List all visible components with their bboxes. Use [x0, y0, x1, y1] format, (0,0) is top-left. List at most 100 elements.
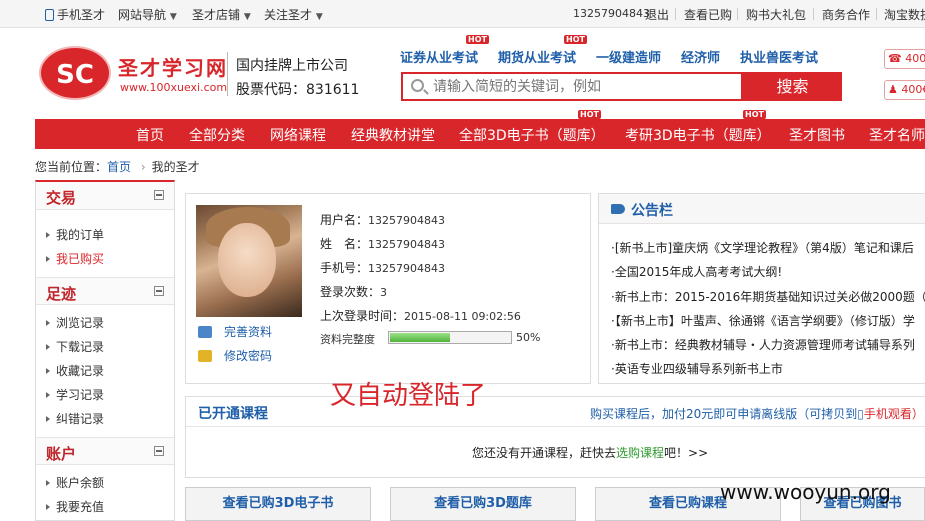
- info-last-login: 上次登录时间：2015-08-11 09:02:56: [320, 309, 521, 323]
- collapse-icon[interactable]: [154, 286, 164, 296]
- logo[interactable]: SC: [39, 46, 111, 100]
- business-link[interactable]: 商务合作: [822, 6, 870, 23]
- sidebar-item-browse-history[interactable]: 浏览记录: [46, 314, 104, 331]
- info-mobile: 手机号：13257904843: [320, 261, 445, 275]
- notice-item[interactable]: ·全国2015年成人高考考试大纲!: [611, 263, 782, 280]
- info-name: 姓 名：13257904843: [320, 237, 445, 251]
- search-input[interactable]: [433, 77, 733, 97]
- hot-badge: HOT: [743, 110, 766, 119]
- arrow-right-icon: [46, 232, 50, 238]
- arrow-right-icon: [46, 392, 50, 398]
- arrow-right-icon: [46, 368, 50, 374]
- view-3d-question-bank-button[interactable]: 查看已购3D题库: [390, 487, 576, 521]
- nav-teachers[interactable]: 圣才名师: [869, 125, 925, 145]
- divider: [813, 8, 814, 20]
- nav-3d-ebooks[interactable]: 全部3D电子书（题库）: [459, 125, 605, 145]
- hot-badge: HOT: [564, 35, 587, 44]
- nav-kaoyan-ebooks[interactable]: 考研3D电子书（题库）: [625, 125, 771, 145]
- edit-profile-link[interactable]: 完善资料: [198, 323, 272, 340]
- notice-item[interactable]: ·英语专业四级辅导系列新书上市: [611, 360, 783, 377]
- sidebar-item-purchased[interactable]: 我已购买: [46, 250, 104, 267]
- breadcrumb-separator: ›: [140, 160, 146, 174]
- sidebar-section-trade[interactable]: 交易: [36, 182, 174, 210]
- sidebar: 交易 我的订单 我已购买 足迹 浏览记录 下载记录 收藏记录 学习记录 纠错记录…: [35, 180, 175, 521]
- exam-link-constructor[interactable]: 一级建造师: [596, 47, 661, 66]
- breadcrumb-home[interactable]: 首页: [107, 160, 131, 174]
- service-icon: ♟: [888, 83, 898, 96]
- notice-item[interactable]: ·[新书上市]童庆炳《文学理论教程》（第4版）笔记和课后: [611, 239, 914, 256]
- mobile-site-link[interactable]: 手机圣才: [45, 6, 105, 23]
- info-username: 用户名：13257904843: [320, 213, 445, 227]
- collapse-icon[interactable]: [154, 190, 164, 200]
- notice-item[interactable]: ·新书上市：经典教材辅导・人力资源管理师考试辅导系列: [611, 336, 915, 353]
- progress-fill: [390, 333, 450, 342]
- brand-url[interactable]: www.100xuexi.com: [120, 81, 227, 94]
- sidebar-item-favorites[interactable]: 收藏记录: [46, 362, 104, 379]
- search-button[interactable]: 搜索: [743, 72, 842, 101]
- notice-item[interactable]: ·【新书上市】叶蜚声、徐通锵《语言学纲要》（修订版）学: [611, 312, 915, 329]
- sidebar-item-orders[interactable]: 我的订单: [46, 226, 104, 243]
- purchased-link[interactable]: 查看已购: [684, 6, 732, 23]
- sidebar-section-account[interactable]: 账户: [36, 437, 174, 465]
- offline-promo[interactable]: 购买课程后，加付20元即可申请离线版（可拷贝到▯手机观看）: [590, 405, 924, 422]
- change-password-link[interactable]: 修改密码: [198, 347, 272, 364]
- sidebar-item-balance[interactable]: 账户余额: [46, 474, 104, 491]
- notice-item[interactable]: ·新书上市：2015-2016年期货基础知识过关必做2000题（含: [611, 288, 925, 305]
- top-bar: 手机圣才 网站导航 ▼ 圣才店铺 ▼ 关注圣才 ▼ 13257904843 退出…: [0, 0, 925, 28]
- arrow-right-icon: [46, 320, 50, 326]
- watermark: www.wooyun.org: [720, 480, 891, 504]
- sidebar-item-corrections[interactable]: 纠错记录: [46, 410, 104, 427]
- divider: [227, 52, 228, 96]
- profile-complete-label: 资料完整度: [320, 333, 375, 346]
- select-courses-link[interactable]: 选购课程: [616, 446, 664, 460]
- divider: [737, 8, 738, 20]
- hot-badge: HOT: [578, 110, 601, 119]
- caret-down-icon: ▼: [169, 12, 177, 22]
- sidebar-section-footprint[interactable]: 足迹: [36, 277, 174, 305]
- nav-online-courses[interactable]: 网络课程: [270, 125, 326, 145]
- hot-badge: HOT: [466, 35, 489, 44]
- view-3d-ebooks-button[interactable]: 查看已购3D电子书: [185, 487, 371, 521]
- search-box: [401, 72, 743, 101]
- listed-company-text: 国内挂牌上市公司: [236, 58, 348, 74]
- taobao-link[interactable]: 淘宝数折: [884, 6, 925, 23]
- phone-icon: ☎: [888, 52, 902, 65]
- follow-menu[interactable]: 关注圣才 ▼: [264, 6, 323, 23]
- nav-books[interactable]: 圣才图书: [789, 125, 845, 145]
- courses-title: 已开通课程: [198, 406, 268, 422]
- avatar: [196, 205, 302, 317]
- sidebar-item-downloads[interactable]: 下载记录: [46, 338, 104, 355]
- collapse-icon[interactable]: [154, 446, 164, 456]
- brand-name[interactable]: 圣才学习网: [118, 52, 228, 81]
- logout-link[interactable]: 退出: [645, 6, 669, 23]
- exam-link-veterinary[interactable]: 执业兽医考试: [740, 47, 818, 66]
- exam-link-economist[interactable]: 经济师: [681, 47, 720, 66]
- arrow-right-icon: [46, 344, 50, 350]
- sidebar-item-recharge[interactable]: 我要充值: [46, 498, 104, 515]
- annotation-text: 又自动登陆了: [330, 381, 487, 411]
- search-icon: [411, 79, 424, 92]
- mobile-icon: [45, 9, 54, 21]
- mobile-icon: ▯: [857, 407, 864, 421]
- divider: [675, 8, 676, 20]
- no-courses-message: 您还没有开通课程，赶快去选购课程吧！>>: [472, 446, 709, 460]
- nav-all-categories[interactable]: 全部分类: [189, 125, 245, 145]
- breadcrumb-current: 我的圣才: [151, 160, 200, 174]
- stock-code: 股票代码：831611: [236, 82, 360, 98]
- divider: [876, 8, 877, 20]
- profile-complete-percent: 50%: [516, 331, 541, 344]
- gift-link[interactable]: 购书大礼包: [746, 6, 806, 23]
- divider: [186, 426, 925, 427]
- profile-panel: 完善资料 修改密码 用户名：13257904843 姓 名：1325790484…: [185, 193, 591, 384]
- nav-textbook-lectures[interactable]: 经典教材讲堂: [351, 125, 435, 145]
- sidebar-item-study-history[interactable]: 学习记录: [46, 386, 104, 403]
- exam-link-securities[interactable]: 证券从业考试: [400, 47, 478, 66]
- lock-icon: [198, 350, 212, 362]
- profile-complete-bar: [388, 331, 512, 344]
- nav-home[interactable]: 首页: [136, 125, 164, 145]
- store-menu[interactable]: 圣才店铺 ▼: [192, 6, 251, 23]
- phone-hotline-a[interactable]: ☎ 400€: [884, 49, 925, 69]
- exam-link-futures[interactable]: 期货从业考试: [498, 47, 576, 66]
- phone-hotline-b[interactable]: ♟ 400€: [884, 80, 925, 100]
- site-nav-menu[interactable]: 网站导航 ▼: [118, 6, 177, 23]
